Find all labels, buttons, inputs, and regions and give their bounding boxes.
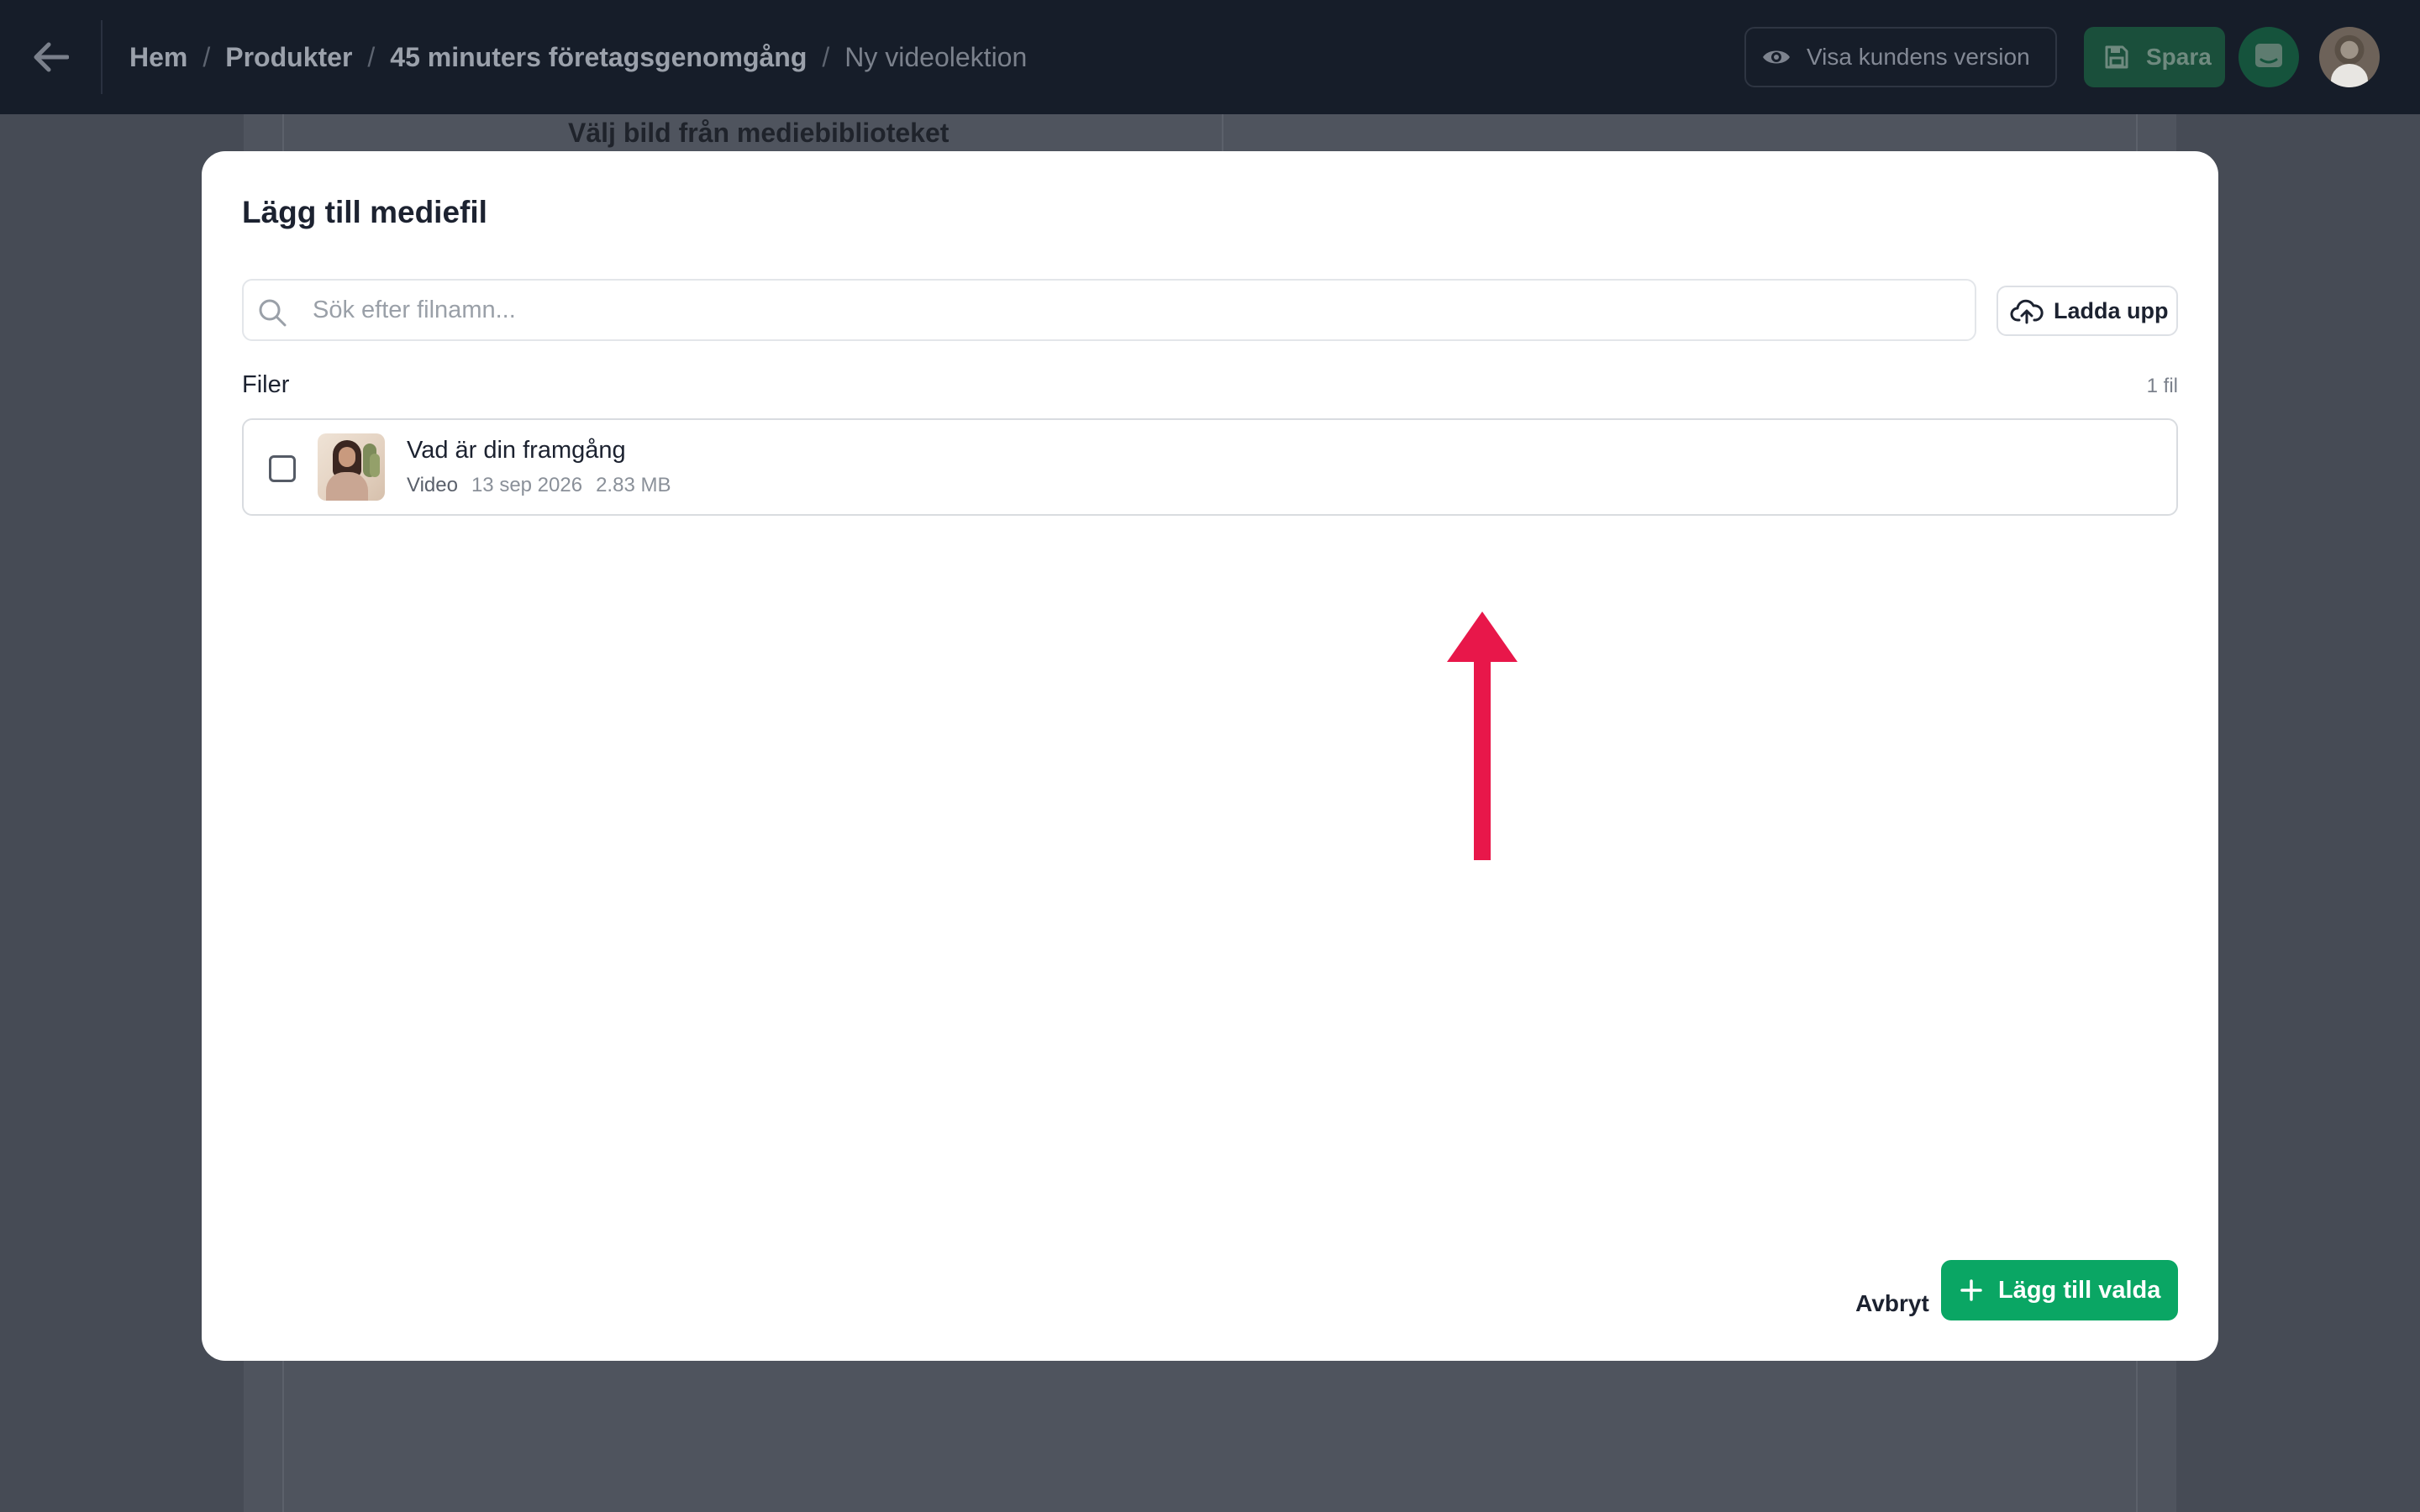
file-type: Video bbox=[407, 474, 458, 496]
save-icon bbox=[2105, 45, 2128, 69]
breadcrumb-separator: / bbox=[203, 41, 211, 72]
top-bar: Hem / Produkter / 45 minuters företagsge… bbox=[0, 0, 2420, 114]
breadcrumb-products[interactable]: Produkter bbox=[225, 42, 352, 73]
user-avatar[interactable] bbox=[2319, 27, 2380, 87]
cancel-button[interactable]: Avbryt bbox=[1825, 1273, 1960, 1334]
video-thumbnail bbox=[318, 433, 385, 501]
topbar-divider bbox=[101, 20, 103, 94]
search-icon bbox=[259, 299, 287, 327]
cloud-upload-icon bbox=[2010, 299, 2044, 324]
upload-label: Ladda upp bbox=[2054, 297, 2169, 323]
plus-icon bbox=[1960, 1279, 1982, 1301]
file-name: Vad är din framgång bbox=[407, 437, 626, 464]
chat-button[interactable] bbox=[2238, 27, 2299, 87]
file-list-item[interactable]: Vad är din framgång Video 13 sep 2026 2.… bbox=[242, 418, 2178, 516]
file-size: 2.83 MB bbox=[596, 474, 671, 496]
breadcrumb-separator: / bbox=[822, 41, 830, 72]
add-selected-label: Lägg till valda bbox=[1998, 1276, 2161, 1304]
eye-icon bbox=[1763, 50, 1790, 64]
add-media-modal: Lägg till mediefil Ladda upp Filer 1 fil… bbox=[202, 151, 2218, 1361]
annotation-arrow-up-icon bbox=[1447, 612, 1518, 860]
search-box bbox=[242, 279, 1976, 341]
files-heading: Filer bbox=[242, 371, 290, 398]
breadcrumb: Hem / Produkter / 45 minuters företagsge… bbox=[129, 37, 1027, 77]
search-input[interactable] bbox=[313, 281, 1960, 339]
breadcrumb-product[interactable]: 45 minuters företagsgenomgång bbox=[390, 42, 807, 73]
preview-customer-version-button[interactable]: Visa kundens version bbox=[1744, 27, 2057, 87]
upload-button[interactable]: Ladda upp bbox=[1996, 286, 2178, 336]
background-divider bbox=[1222, 114, 1223, 153]
arrow-left-icon bbox=[34, 42, 69, 72]
chat-icon bbox=[2255, 44, 2282, 67]
file-checkbox[interactable] bbox=[269, 455, 296, 482]
file-meta: Video 13 sep 2026 2.83 MB bbox=[407, 474, 671, 497]
breadcrumb-current: Ny videolektion bbox=[844, 41, 1028, 72]
preview-label: Visa kundens version bbox=[1807, 44, 2030, 70]
media-library-label: Välj bild från mediebiblioteket bbox=[568, 118, 950, 148]
file-date: 13 sep 2026 bbox=[471, 474, 583, 496]
save-label: Spara bbox=[2146, 44, 2212, 70]
files-count: 1 fil bbox=[2146, 375, 2178, 397]
breadcrumb-home[interactable]: Hem bbox=[129, 42, 187, 73]
add-selected-button[interactable]: Lägg till valda bbox=[1941, 1260, 2178, 1320]
back-button[interactable] bbox=[25, 32, 76, 82]
save-button[interactable]: Spara bbox=[2084, 27, 2225, 87]
breadcrumb-separator: / bbox=[367, 41, 376, 72]
modal-title: Lägg till mediefil bbox=[242, 195, 487, 229]
